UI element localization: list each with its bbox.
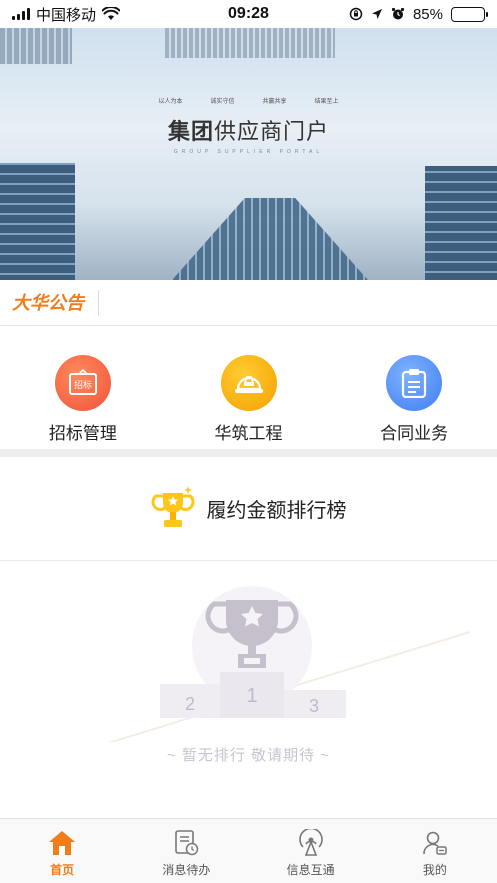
battery-percent: 85% bbox=[412, 5, 443, 23]
bottom-tab-bar: 首页 消息待办 信息互通 我的 bbox=[0, 818, 497, 883]
location-icon bbox=[371, 9, 382, 19]
menu-label-contract: 合同业务 bbox=[380, 424, 449, 443]
menu-label-bidding: 招标管理 bbox=[48, 424, 117, 443]
tab-label-mine: 我的 bbox=[422, 863, 447, 877]
tab-info[interactable]: 信息互通 bbox=[249, 819, 373, 883]
banner-tag: 共赢共享 bbox=[262, 99, 287, 105]
tab-home[interactable]: 首页 bbox=[0, 819, 124, 883]
menu-label-engineering: 华筑工程 bbox=[214, 424, 283, 443]
svg-text:招标: 招标 bbox=[74, 379, 92, 391]
banner-tag: 结果至上 bbox=[314, 99, 339, 105]
announcement-logo: 大华公告 bbox=[12, 289, 99, 316]
ranking-empty-state: 2 1 3 ~ 暂无排行 敬请期待 ~ bbox=[0, 562, 497, 818]
carrier-label: 中国移动 bbox=[36, 6, 97, 24]
menu-item-contract[interactable]: 合同业务 bbox=[331, 327, 497, 449]
banner-tag: 诚实守信 bbox=[210, 99, 235, 105]
empty-podium-illustration: 2 1 3 bbox=[108, 586, 471, 742]
announcement-bar[interactable]: 大华公告 bbox=[0, 280, 497, 326]
ranking-header: 履约金额排行榜 bbox=[0, 457, 497, 561]
bid-board-icon: 招标 bbox=[54, 355, 111, 411]
todo-doc-icon bbox=[175, 830, 199, 856]
home-icon bbox=[49, 831, 76, 855]
tab-mine[interactable]: 我的 bbox=[373, 819, 497, 883]
function-menu: 招标 招标管理 华筑工程 合同业务 bbox=[0, 327, 497, 449]
tab-messages[interactable]: 消息待办 bbox=[124, 819, 248, 883]
menu-item-bidding[interactable]: 招标 招标管理 bbox=[0, 327, 166, 449]
trophy-icon bbox=[151, 485, 194, 527]
svg-text:3: 3 bbox=[309, 696, 319, 716]
battery-icon bbox=[451, 6, 488, 22]
clipboard-icon bbox=[386, 355, 443, 411]
banner-tag: 以人为本 bbox=[158, 99, 183, 105]
rotation-lock-icon bbox=[349, 7, 363, 21]
user-icon bbox=[423, 831, 447, 855]
svg-text:1: 1 bbox=[246, 685, 257, 707]
banner-subtitle: GROUP SUPPLIER PORTAL bbox=[173, 149, 324, 155]
broadcast-icon bbox=[298, 829, 323, 856]
ranking-title: 履约金额排行榜 bbox=[206, 500, 347, 522]
helmet-icon bbox=[220, 355, 277, 411]
banner-image[interactable]: 以人为本 诚实守信 共赢共享 结果至上 集团供应商门户 GROUP SUPPLIER … bbox=[0, 28, 497, 280]
tab-label-home: 首页 bbox=[50, 863, 75, 877]
banner-title: 集团供应商门户 bbox=[167, 119, 330, 144]
alarm-icon bbox=[391, 7, 405, 20]
tab-label-messages: 消息待办 bbox=[162, 863, 211, 877]
empty-message: ~ 暂无排行 敬请期待 ~ bbox=[166, 747, 331, 764]
tab-label-info: 信息互通 bbox=[286, 863, 335, 877]
signal-icon bbox=[12, 8, 30, 20]
svg-text:2: 2 bbox=[185, 694, 195, 714]
banner-tags: 以人为本 诚实守信 共赢共享 结果至上 bbox=[0, 96, 497, 105]
status-bar: 中国移动 09:28 85% bbox=[0, 0, 497, 28]
menu-item-engineering[interactable]: 华筑工程 bbox=[166, 327, 332, 449]
wifi-icon bbox=[102, 7, 121, 20]
section-divider bbox=[0, 449, 497, 457]
